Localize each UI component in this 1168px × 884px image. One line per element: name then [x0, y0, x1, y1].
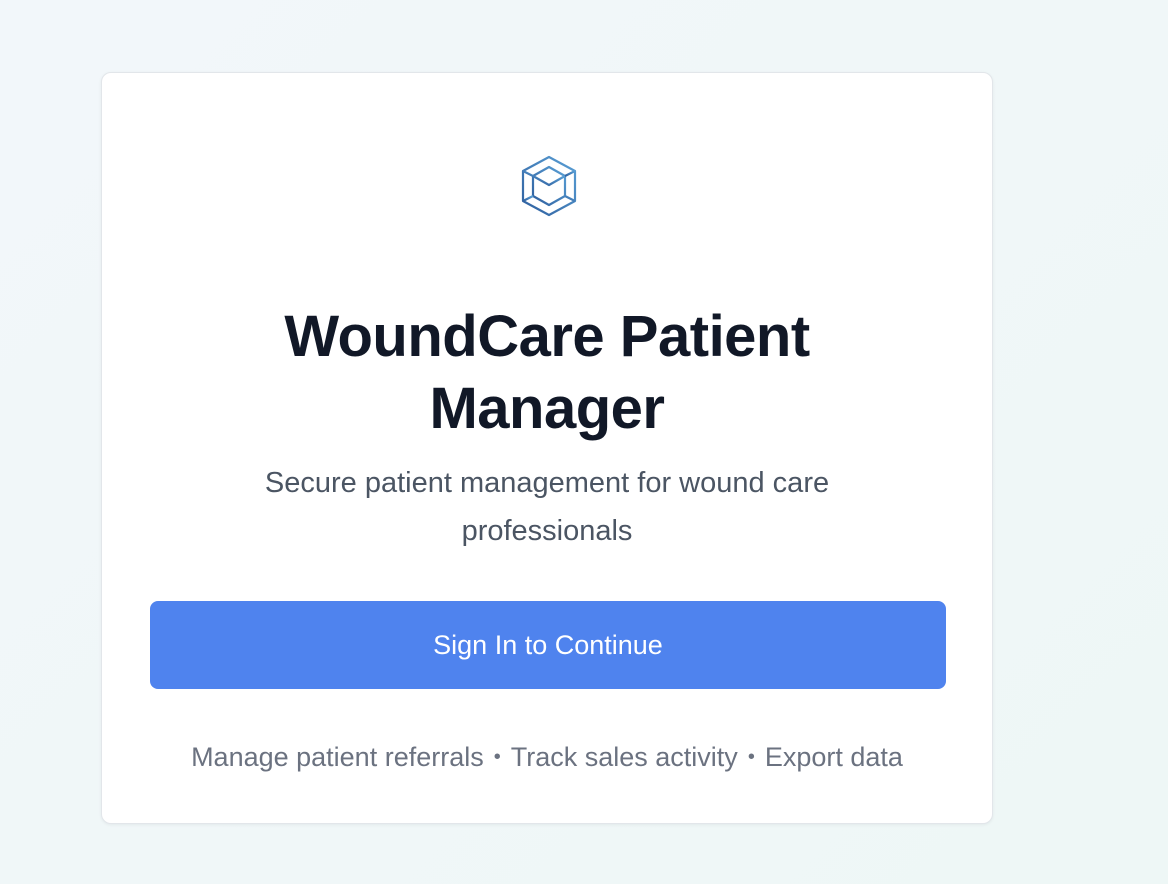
feature-separator: • [747, 745, 755, 768]
hexagon-cube-icon [521, 155, 577, 217]
page-title: WoundCare Patient Manager [284, 304, 810, 441]
sign-in-button[interactable]: Sign In to Continue [150, 601, 946, 689]
feature-item-sales: Track sales activity [510, 742, 738, 772]
feature-item-export: Export data [764, 742, 903, 772]
login-card: WoundCare Patient Manager Secure patient… [101, 72, 993, 824]
page-subtitle: Secure patient management for wound care… [264, 467, 830, 547]
feature-item-referrals: Manage patient referrals [191, 742, 484, 772]
feature-separator: • [493, 745, 501, 768]
feature-list: Manage patient referrals • Track sales act… [102, 737, 992, 779]
